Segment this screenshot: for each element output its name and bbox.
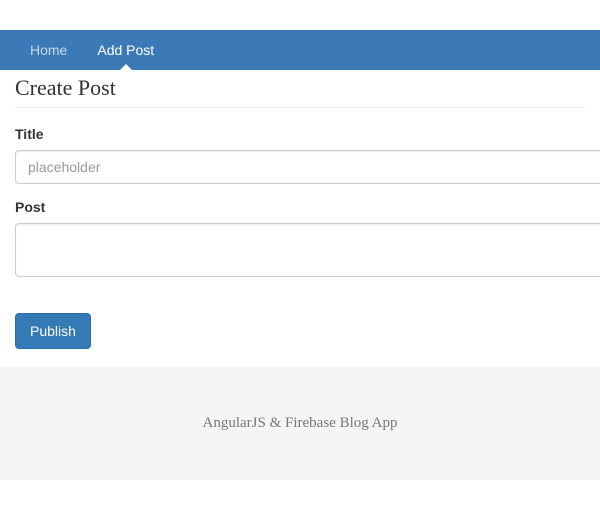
nav-item-add-post[interactable]: Add Post — [82, 30, 169, 70]
title-input[interactable] — [15, 150, 600, 184]
publish-button[interactable]: Publish — [15, 313, 91, 349]
footer: AngularJS & Firebase Blog App — [0, 367, 600, 480]
create-post-form: Title Post Publish — [15, 126, 585, 349]
navbar: Home Add Post — [0, 30, 600, 70]
nav-item-home[interactable]: Home — [15, 30, 82, 70]
footer-text: AngularJS & Firebase Blog App — [0, 415, 600, 432]
nav-list: Home Add Post — [15, 30, 585, 70]
post-textarea[interactable] — [15, 223, 600, 277]
title-label: Title — [15, 126, 585, 142]
post-group: Post — [15, 199, 585, 280]
post-label: Post — [15, 199, 585, 215]
main-container: Create Post Title Post Publish — [0, 70, 600, 349]
nav-link-add-post[interactable]: Add Post — [82, 30, 169, 70]
title-group: Title — [15, 126, 585, 184]
nav-link-home[interactable]: Home — [15, 30, 82, 70]
page-title: Create Post — [15, 75, 585, 108]
